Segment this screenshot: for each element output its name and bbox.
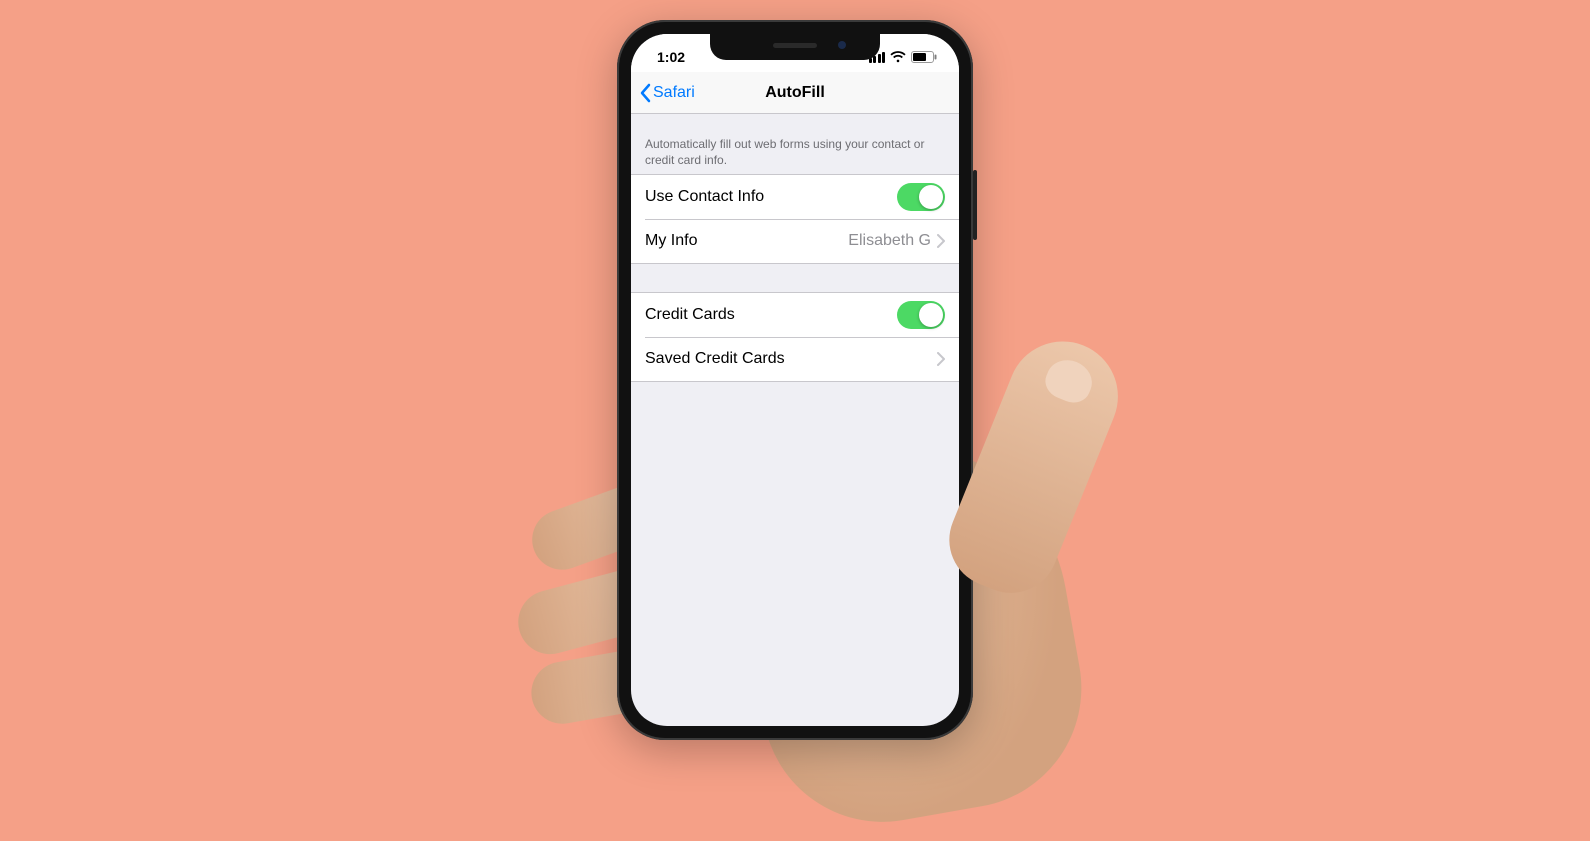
back-button-label: Safari	[653, 84, 695, 102]
chevron-right-icon	[937, 234, 945, 248]
chevron-left-icon	[639, 83, 651, 103]
battery-icon	[911, 51, 937, 63]
use-contact-info-toggle[interactable]	[897, 183, 945, 211]
use-contact-info-row: Use Contact Info	[631, 175, 959, 219]
phone-notch	[710, 34, 880, 60]
contact-info-group: Use Contact Info My Info Elisabeth G	[631, 174, 959, 264]
status-time: 1:02	[651, 41, 685, 65]
my-info-row[interactable]: My Info Elisabeth G	[631, 219, 959, 263]
back-button[interactable]: Safari	[639, 83, 695, 103]
my-info-label: My Info	[645, 232, 697, 250]
navigation-bar: Safari AutoFill	[631, 72, 959, 114]
my-info-value: Elisabeth G	[848, 232, 931, 250]
hand-thumb-illustration	[510, 296, 1130, 816]
wifi-icon	[890, 51, 906, 63]
section-caption: Automatically fill out web forms using y…	[631, 114, 959, 174]
use-contact-info-label: Use Contact Info	[645, 188, 764, 206]
